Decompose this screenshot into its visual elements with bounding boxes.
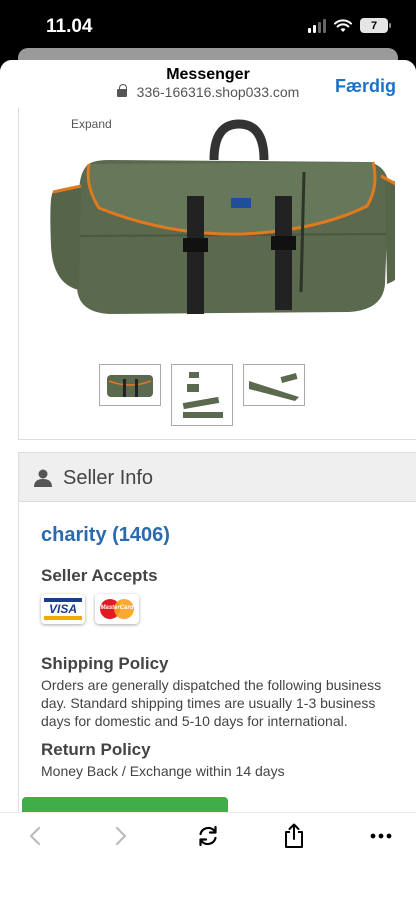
mastercard-label: MasterCard <box>100 605 134 611</box>
share-button[interactable] <box>279 821 309 851</box>
person-icon <box>34 469 52 487</box>
seller-info-header: Seller Info <box>19 452 416 502</box>
battery-icon: 7 <box>360 18 391 33</box>
thumbnail-3[interactable] <box>243 364 305 406</box>
payment-cards: VISA MasterCard <box>41 594 139 624</box>
seller-accepts-heading: Seller Accepts <box>41 566 158 585</box>
lock-icon <box>116 84 127 97</box>
product-image-bag[interactable] <box>49 116 395 326</box>
reload-icon <box>199 825 217 847</box>
mastercard-icon: MasterCard <box>95 594 139 624</box>
product-gallery: Expand <box>18 108 416 440</box>
done-button[interactable]: Færdig <box>335 76 396 97</box>
visa-label: VISA <box>44 598 82 620</box>
thumbnail-strip <box>99 364 305 426</box>
visa-card-icon: VISA <box>41 594 85 624</box>
thumbnail-1[interactable] <box>99 364 161 406</box>
status-icons: 7 <box>308 18 391 33</box>
web-content: Expand Seller Info charity (1406) Seller… <box>0 108 416 812</box>
share-icon <box>285 823 303 848</box>
return-policy-text: Money Back / Exchange within 14 days <box>41 763 285 779</box>
more-button[interactable] <box>366 821 396 851</box>
cellular-signal-icon <box>308 18 326 33</box>
chevron-left-icon <box>29 826 41 846</box>
battery-level: 7 <box>370 19 378 32</box>
shipping-policy-heading: Shipping Policy <box>41 654 169 673</box>
thumbnail-2[interactable] <box>171 364 233 426</box>
url-text: 336-166316.shop033.com <box>136 84 300 100</box>
reload-button[interactable] <box>193 821 223 851</box>
return-policy-heading: Return Policy <box>41 740 151 759</box>
browser-topbar: Messenger 336-166316.shop033.com Færdig <box>0 60 416 108</box>
more-icon <box>370 833 392 839</box>
chevron-right-icon <box>115 826 127 846</box>
status-time: 11.04 <box>46 16 93 37</box>
browser-sheet: Messenger 336-166316.shop033.com Færdig … <box>0 60 416 900</box>
forward-button[interactable] <box>106 821 136 851</box>
seller-info-card: Seller Info charity (1406) Seller Accept… <box>18 452 416 812</box>
wifi-icon <box>334 18 352 32</box>
seller-name-link[interactable]: charity (1406) <box>41 524 170 547</box>
back-button[interactable] <box>20 821 50 851</box>
seller-info-title: Seller Info <box>63 467 154 489</box>
shipping-policy-text: Orders are generally dispatched the foll… <box>41 677 382 729</box>
browser-toolbar <box>0 812 416 900</box>
